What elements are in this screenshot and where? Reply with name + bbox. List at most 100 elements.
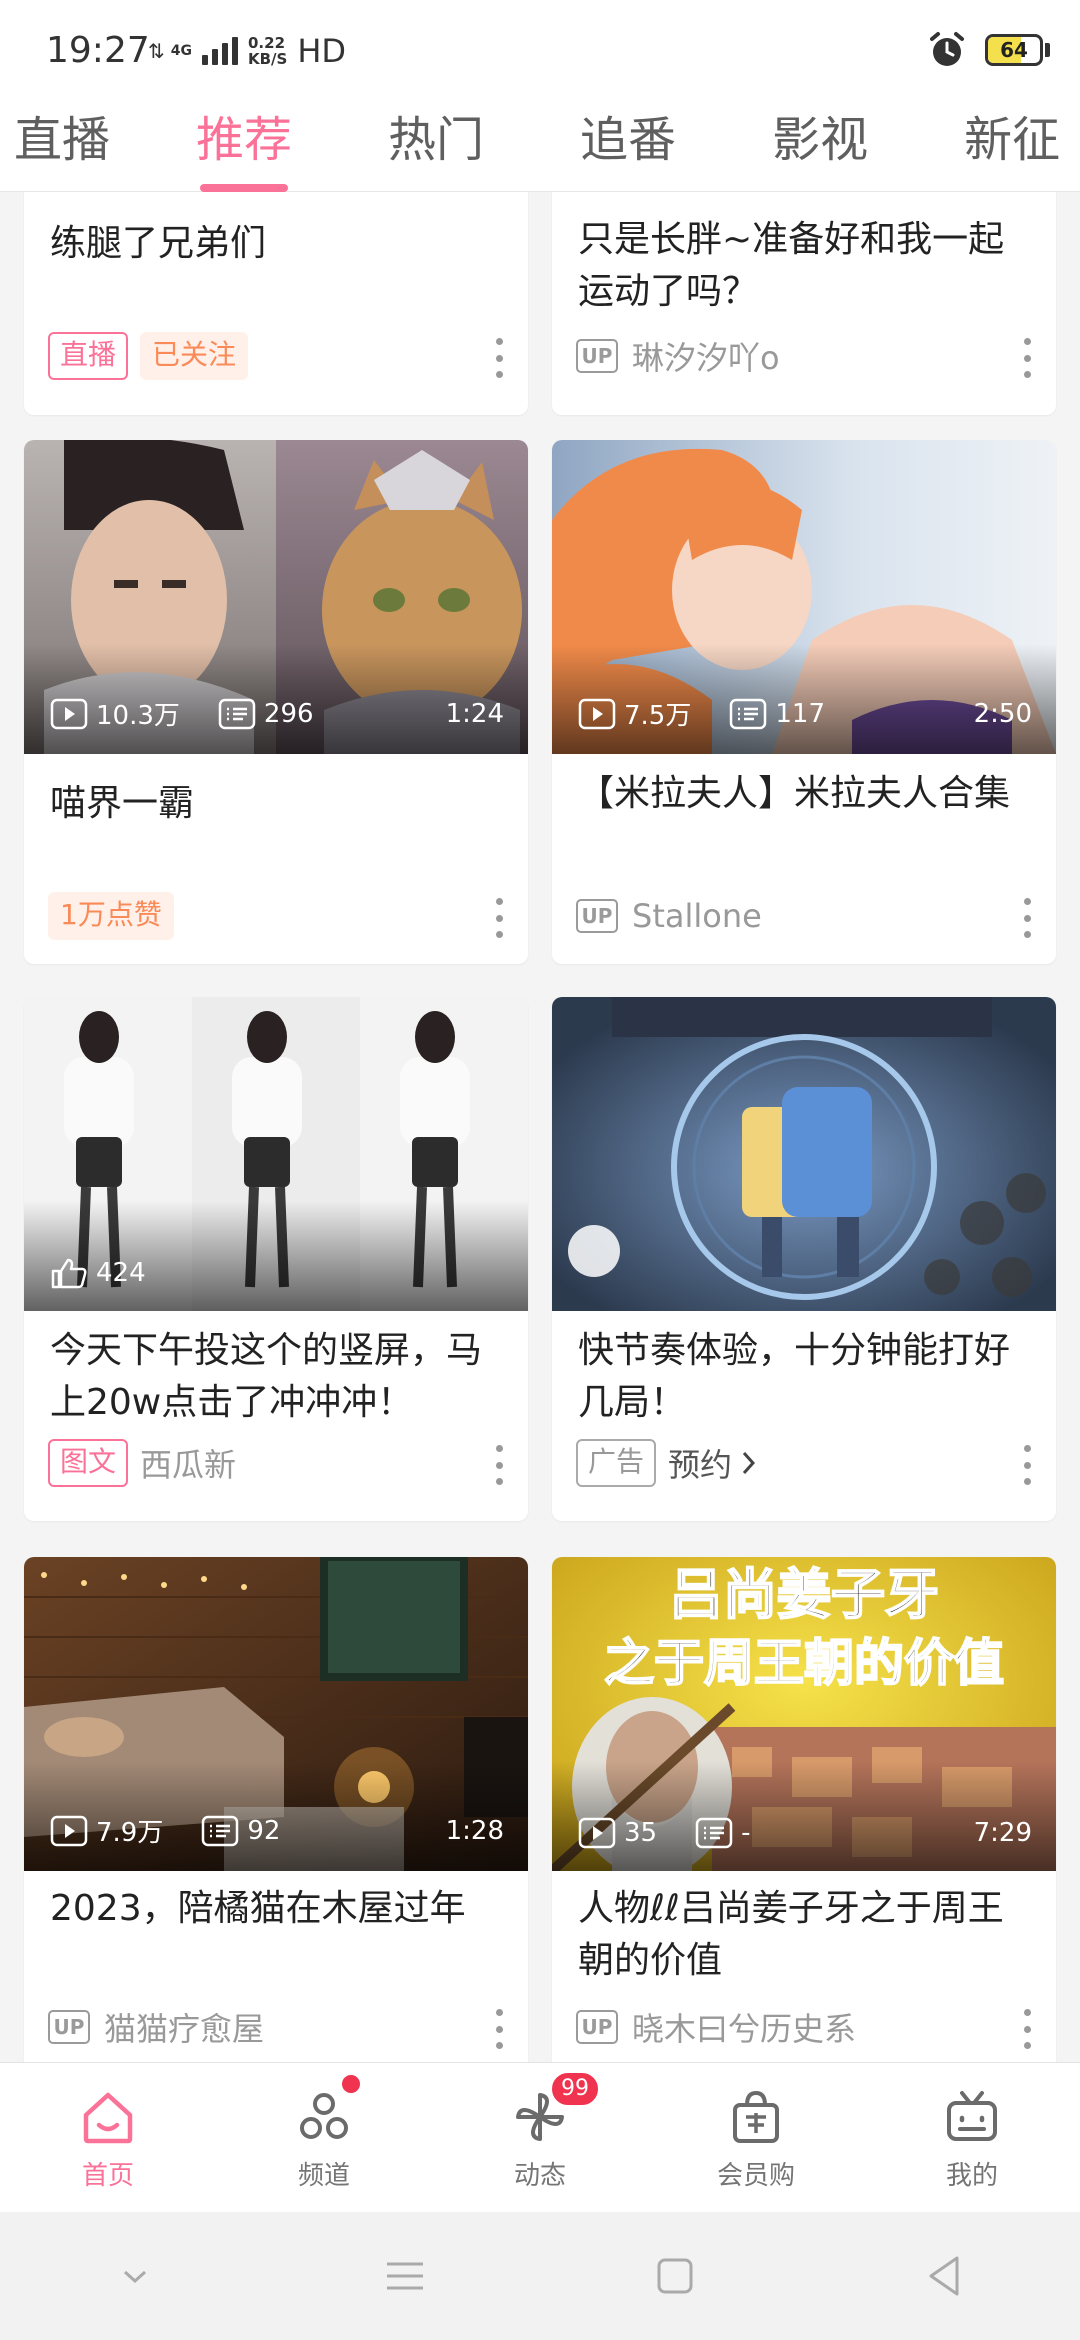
video-thumbnail[interactable]: 7.9万 92 1:28 [24,1557,528,1871]
video-duration: 1:24 [445,698,504,729]
like-count: 424 [50,1257,146,1289]
author-name[interactable]: 猫猫疗愈屋 [104,2004,264,2050]
nav-label: 首页 [81,2161,134,2191]
thumbs-up-icon [51,1258,87,1289]
author-name[interactable]: 琳汐汐吖o [632,333,780,379]
comment-count-text: 117 [775,698,825,729]
reserve-link[interactable]: 预约 [668,1440,760,1486]
view-count-text: 10.3万 [96,701,180,731]
network-speed: 0.22 KB/S [248,35,287,67]
card-footer: UP 琳汐汐吖o [576,330,1034,382]
view-count: 7.5万 [578,695,691,732]
video-feed[interactable]: 练腿了兄弟们 直播 已关注 只是长胖~准备好和我一起运动了吗？ UP 琳汐汐吖o [0,192,1080,2062]
video-thumbnail[interactable]: 10.3万 296 1:24 [24,440,528,754]
reserve-label: 预约 [668,1446,733,1484]
video-duration: 2:50 [973,698,1032,729]
nav-member-shop[interactable]: 会员购 [648,2063,864,2212]
comment-count: - [695,1817,750,1849]
notification-badge: 99 [550,2071,600,2107]
more-options-icon[interactable] [492,2009,506,2049]
home-square-icon[interactable] [649,2250,701,2302]
tab-label: 推荐 [196,112,293,168]
more-options-icon[interactable] [492,898,506,938]
like-count-text: 424 [96,1258,146,1288]
active-tab-indicator [200,184,289,192]
play-count-icon [578,1817,616,1849]
ad-thumbnail[interactable] [552,997,1056,1311]
system-navigation-bar [0,2212,1080,2340]
video-card[interactable]: 吕尚姜子牙 之于周王朝的价值 35 - 7:29 人物ℓℓ吕尚姜子牙之于周王朝的… [552,1557,1056,2062]
video-thumbnail[interactable]: 7.5万 117 2:50 [552,440,1056,754]
battery-icon: 64 [985,34,1043,66]
card-footer: 图文 西瓜新 [48,1437,506,1489]
more-options-icon[interactable] [1020,2009,1034,2049]
more-options-icon[interactable] [1020,338,1034,378]
speed-value: 0.22 [248,34,286,52]
video-stats: 7.9万 92 1:28 [50,1812,504,1849]
battery-tip [1045,43,1050,57]
up-icon: UP [48,2010,90,2044]
author-name[interactable]: Stallone [632,897,762,935]
card-title: 今天下午投这个的竖屏，马上20w点击了冲冲冲！ [50,1330,483,1423]
nav-label: 我的 [945,2161,998,2191]
tab-recommend[interactable]: 推荐 [196,100,292,192]
tab-new[interactable]: 新征 [964,100,1060,192]
author-name[interactable]: 晓木曰兮历史系 [632,2004,856,2050]
status-time: 19:27 [46,30,150,71]
speed-unit: KB/S [248,50,288,68]
video-thumbnail[interactable]: 424 [24,997,528,1311]
back-icon[interactable] [919,2250,971,2302]
nav-home[interactable]: 首页 [0,2063,216,2212]
nav-channel[interactable]: 频道 [216,2063,432,2212]
thumbnail-image [552,997,1056,1311]
video-card[interactable]: 只是长胖~准备好和我一起运动了吗？ UP 琳汐汐吖o [552,192,1056,415]
tab-label: 热门 [388,112,485,168]
menu-icon[interactable] [379,2250,431,2302]
card-footer: 广告 预约 [576,1437,1034,1489]
thumbnail-shade [552,1761,1056,1871]
video-card[interactable]: 7.5万 117 2:50 【米拉夫人】米拉夫人合集 UP Stallone [552,440,1056,964]
video-stats: 35 - 7:29 [578,1817,1032,1849]
tab-hot[interactable]: 热门 [388,100,484,192]
top-tab-bar: 直播 推荐 热门 追番 影视 新征 [0,100,1080,192]
more-options-icon[interactable] [492,338,506,378]
more-options-icon[interactable] [1020,898,1034,938]
danmaku-icon [218,698,256,729]
nav-mine[interactable]: 我的 [864,2063,1080,2212]
danmaku-icon [695,1817,733,1849]
video-thumbnail[interactable]: 吕尚姜子牙 之于周王朝的价值 35 - 7:29 [552,1557,1056,1871]
view-count-text: 7.5万 [624,701,692,731]
up-icon: UP [576,339,618,373]
nav-label: 会员购 [716,2161,795,2191]
bottom-nav: 首页 频道 99 动态 会员购 我的 [0,2062,1080,2212]
card-footer: 1万点赞 [48,890,506,942]
video-stats: 7.5万 117 2:50 [578,695,1032,732]
ad-card[interactable]: 快节奏体验，十分钟能打好几局！ 广告 预约 [552,997,1056,1521]
tab-anime[interactable]: 追番 [580,100,676,192]
followed-tag: 已关注 [140,332,249,380]
play-count-icon [50,698,88,729]
video-card[interactable]: 10.3万 296 1:24 喵界一霸 1万点赞 [24,440,528,964]
thumbnail-caption-line-2: 之于周王朝的价值 [603,1633,1005,1693]
video-card[interactable]: 424 今天下午投这个的竖屏，马上20w点击了冲冲冲！ 图文 西瓜新 [24,997,528,1521]
video-card[interactable]: 练腿了兄弟们 直播 已关注 [24,192,528,415]
hd-indicator: HD [297,32,347,70]
live-tag: 直播 [48,332,129,380]
nav-dynamic[interactable]: 99 动态 [432,2063,648,2212]
shopping-bag-icon [733,2090,779,2143]
more-options-icon[interactable] [492,1445,506,1485]
home-icon [83,2092,133,2144]
thumbnail-caption-line-1: 吕尚姜子牙 [668,1562,940,1627]
network-type: 4G [170,43,192,59]
author-name[interactable]: 西瓜新 [140,1440,236,1486]
video-stats: 10.3万 296 1:24 [50,695,504,732]
tv-icon [947,2091,997,2141]
video-card[interactable]: 7.9万 92 1:28 2023，陪橘猫在木屋过年 UP 猫猫疗愈屋 [24,1557,528,2062]
tab-live[interactable]: 直播 [14,100,110,192]
view-count-text: 35 [624,1818,658,1848]
danmaku-icon [730,698,767,729]
view-count: 35 [578,1817,657,1849]
chevron-down-icon[interactable] [109,2250,161,2302]
more-options-icon[interactable] [1020,1445,1034,1485]
tab-movies[interactable]: 影视 [772,100,868,192]
